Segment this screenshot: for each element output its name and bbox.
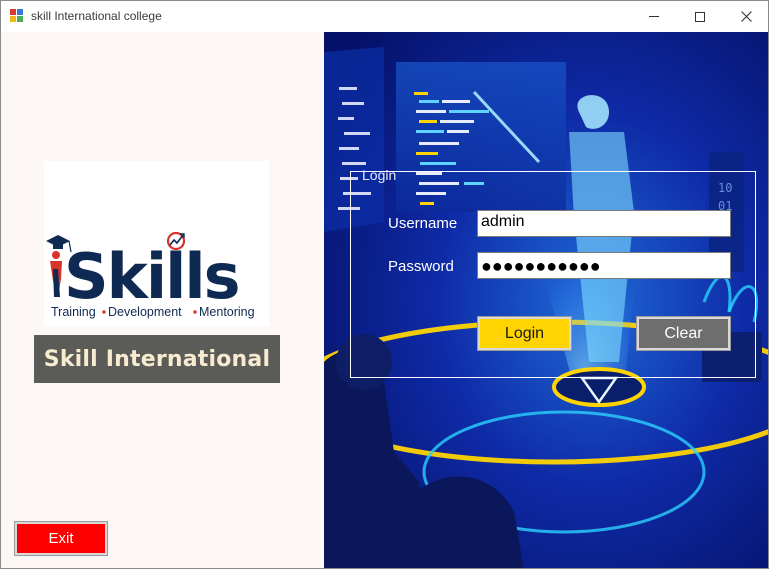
app-icon (10, 9, 24, 23)
clear-button[interactable]: Clear (636, 316, 731, 351)
logo-graphic: Skills Training Development Mentoring (46, 231, 255, 319)
app-window: skill International college Skills Train… (0, 0, 769, 569)
maximize-icon (695, 11, 705, 22)
svg-text:Skills: Skills (64, 240, 239, 313)
username-input[interactable]: admin (477, 210, 731, 237)
maximize-button[interactable] (677, 1, 723, 32)
minimize-icon (649, 16, 659, 17)
brand-name-banner: Skill International (34, 335, 280, 383)
iskills-logo: Skills Training Development Mentoring (44, 161, 269, 326)
login-group-title: Login (362, 167, 397, 183)
svg-text:Mentoring: Mentoring (199, 305, 255, 319)
minimize-button[interactable] (631, 1, 677, 32)
title-bar[interactable]: skill International college (1, 1, 768, 32)
svg-text:Training: Training (51, 305, 96, 319)
close-button[interactable] (723, 1, 768, 32)
svg-text:Development: Development (108, 305, 182, 319)
close-icon (740, 11, 752, 22)
login-button[interactable]: Login (477, 316, 572, 351)
left-panel: Skills Training Development Mentoring Sk… (1, 32, 324, 568)
password-input[interactable]: ●●●●●●●●●●● (477, 252, 731, 279)
window-title: skill International college (31, 9, 162, 23)
password-label: Password (388, 258, 454, 275)
username-label: Username (388, 215, 458, 232)
exit-button[interactable]: Exit (14, 521, 108, 556)
